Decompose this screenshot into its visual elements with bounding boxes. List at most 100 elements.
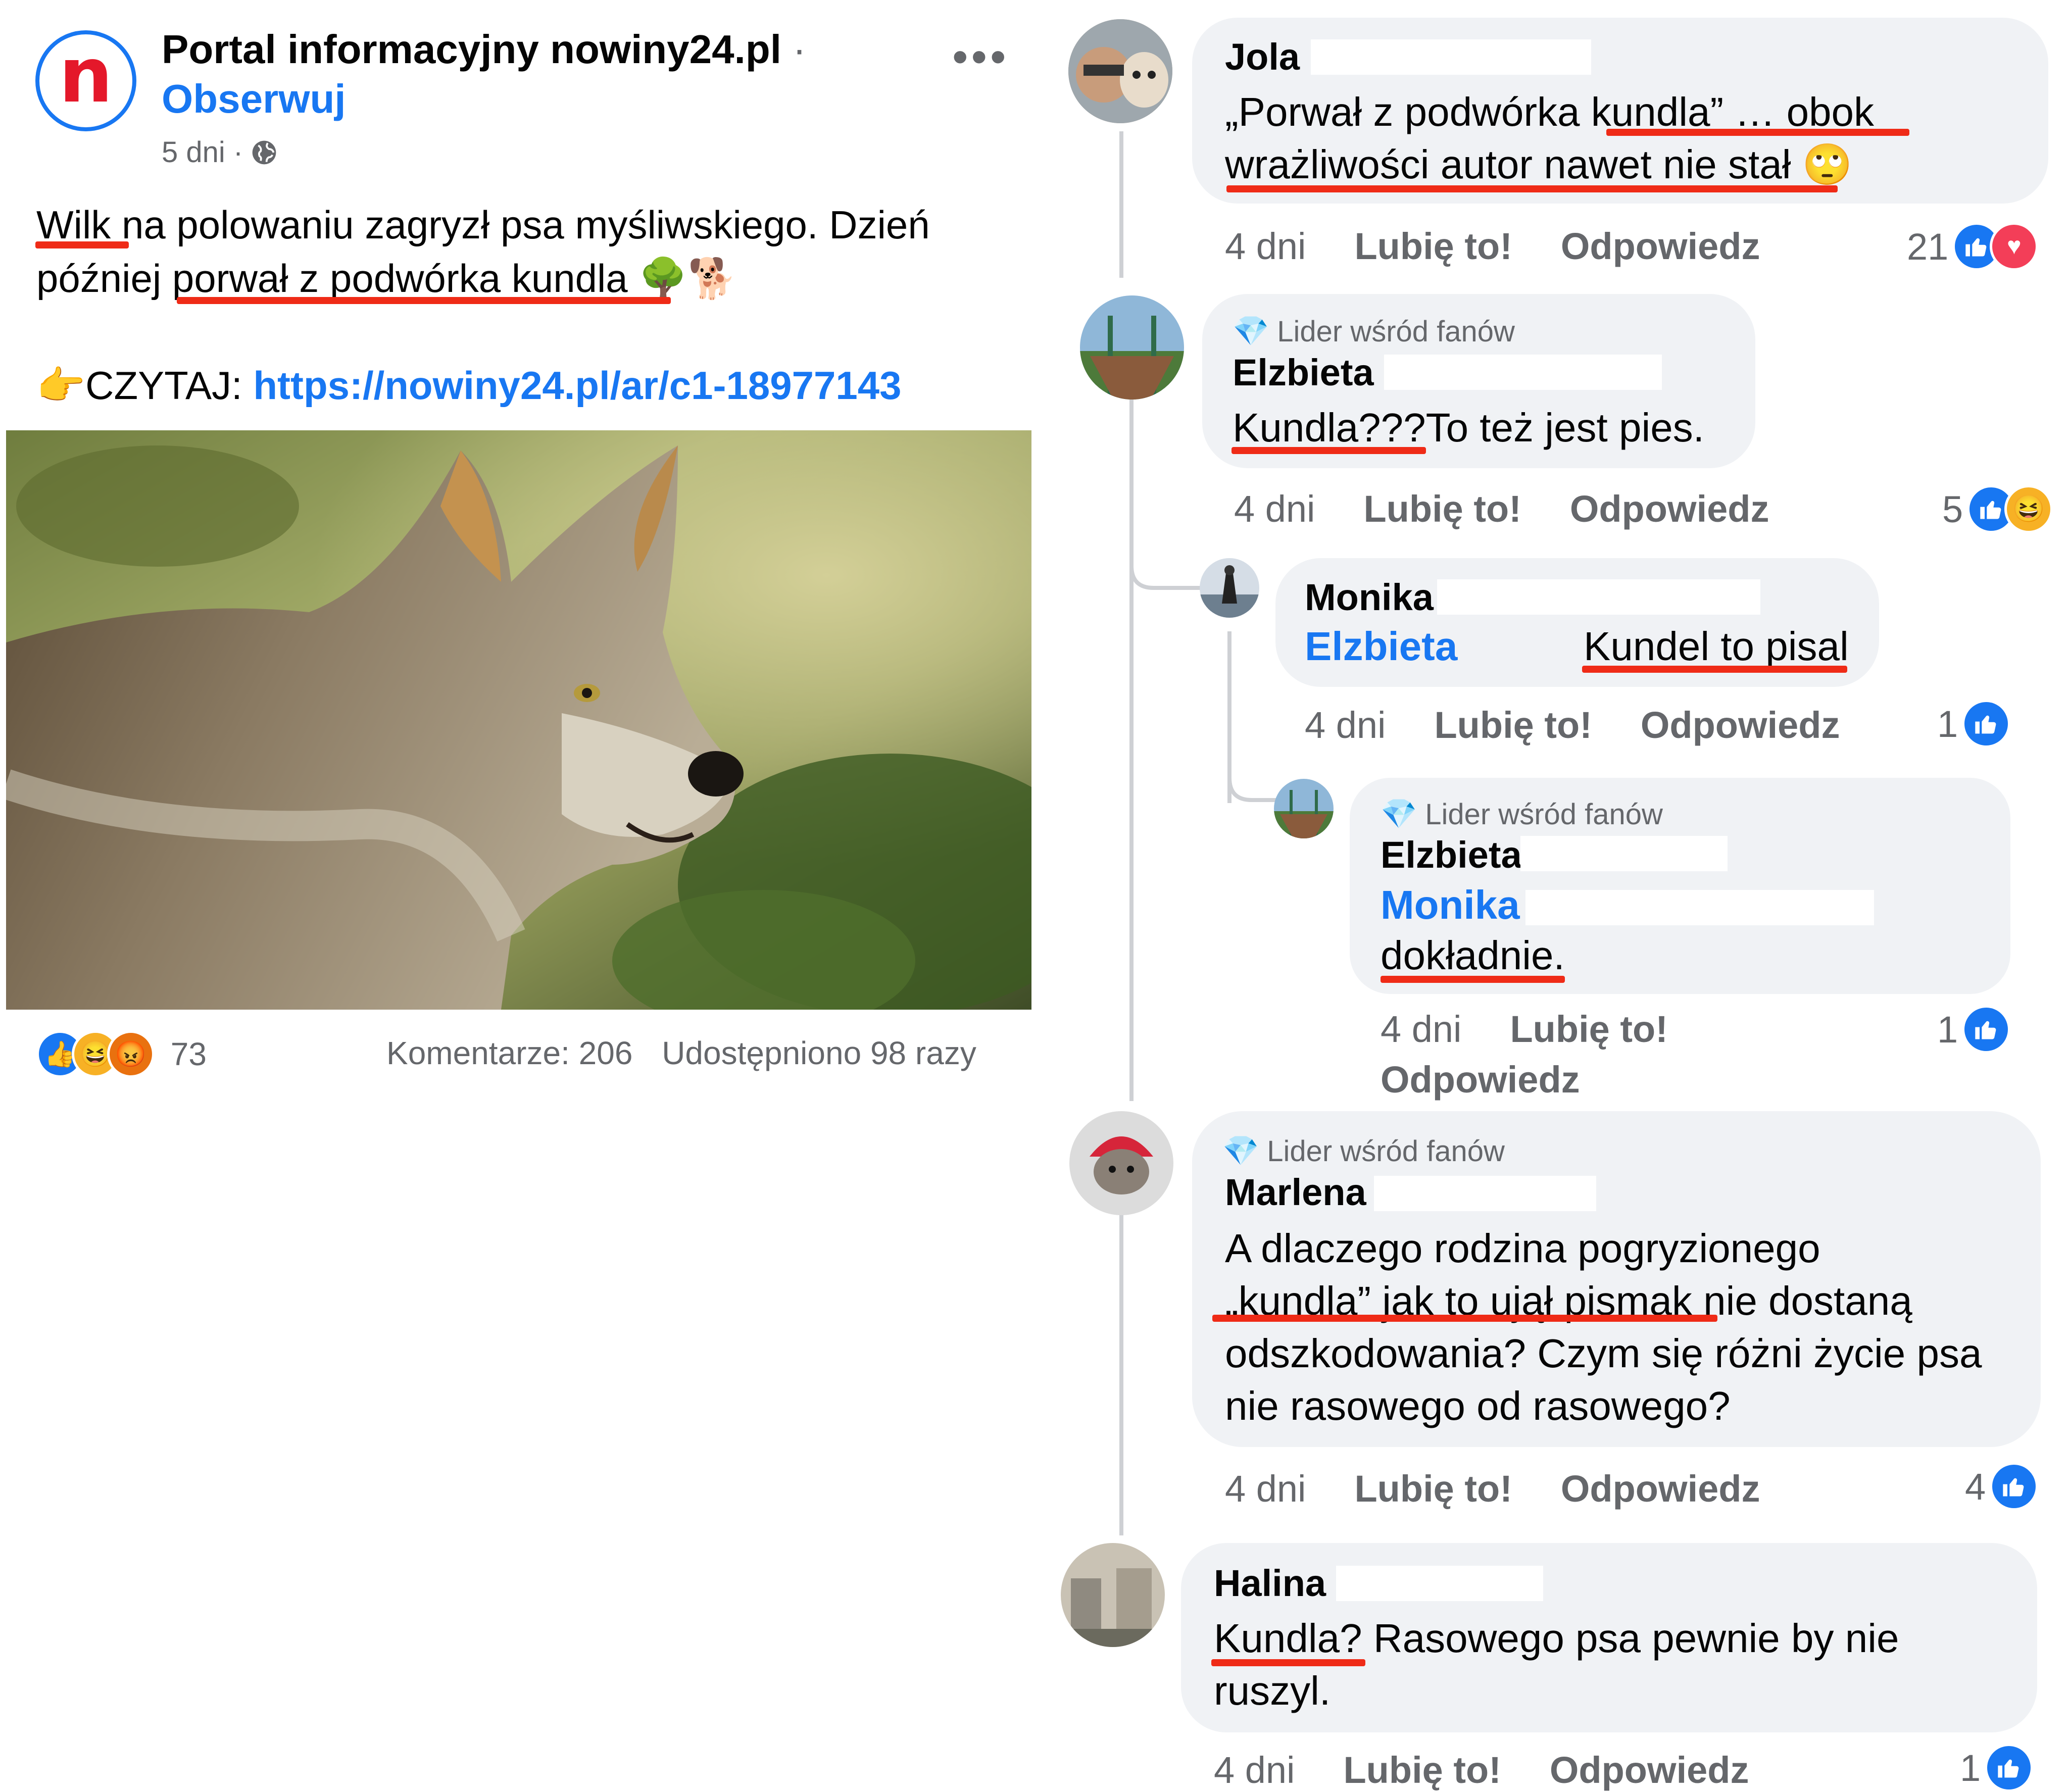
comment-time[interactable]: 4 dni [1381, 1008, 1461, 1050]
reply-button[interactable]: Odpowiedz [1561, 225, 1760, 267]
comment-text-line: Kundel to pisal [1584, 624, 1849, 669]
profile-photo [1069, 1111, 1173, 1215]
comment-time[interactable]: 4 dni [1305, 704, 1386, 746]
highlight-underline [1582, 666, 1847, 673]
highlight-underline [1606, 129, 1909, 136]
highlight-underline [1226, 185, 1838, 192]
comment-text-line: odszkodowania? Czym się różni życie psa [1225, 1331, 1982, 1376]
comment-time[interactable]: 4 dni [1225, 225, 1306, 267]
comment-time[interactable]: 4 dni [1214, 1749, 1295, 1791]
post-text: Wilk na polowaniu zagryzł psa myśliwskie… [36, 198, 1026, 412]
article-link[interactable]: https://nowiny24.pl/ar/c1-18977143 [253, 363, 901, 408]
avatar[interactable] [1061, 1543, 1165, 1647]
comments-count[interactable]: Komentarze: 206 [386, 1035, 632, 1071]
reaction-count: 73 [170, 1036, 207, 1072]
comment-text-line: Kundla? Rasowego psa pewnie by nie [1214, 1616, 1899, 1661]
diamond-icon: 💎 [1381, 798, 1417, 830]
fan-badge-label: Lider wśród fanów [1267, 1134, 1505, 1168]
comment-reactions[interactable]: 1 [1960, 1744, 2034, 1792]
comment-text-line: Kundla???To też jest pies. [1233, 405, 1704, 450]
redacted-surname [1374, 1176, 1596, 1211]
like-button[interactable]: Lubię to! [1510, 1008, 1667, 1050]
highlight-underline [1381, 976, 1565, 983]
commenter-name[interactable]: Marlena [1225, 1171, 1366, 1214]
globe-icon [252, 140, 276, 164]
like-reaction-icon [1962, 700, 2011, 748]
like-button[interactable]: Lubię to! [1354, 1468, 1512, 1510]
profile-photo [1080, 295, 1184, 400]
avatar[interactable] [1274, 779, 1334, 838]
commenter-name[interactable]: Monika [1305, 576, 1434, 619]
like-reaction-icon [1990, 1462, 2039, 1511]
highlight-underline [35, 241, 129, 248]
tree-dog-emoji: 🌳🐕 [638, 256, 737, 301]
fan-badge: 💎 Lider wśród fanów [1222, 1134, 1505, 1168]
commenter-name[interactable]: Elzbieta [1381, 833, 1522, 876]
haha-reaction-icon: 😆 [2004, 485, 2053, 533]
comment-reactions[interactable]: 4 [1965, 1462, 2039, 1511]
avatar[interactable] [1200, 558, 1259, 618]
comment-time[interactable]: 4 dni [1225, 1468, 1306, 1510]
thread-line [1129, 394, 1134, 1101]
comment-text-line: wrażliwości autor nawet nie stał [1225, 142, 1791, 187]
redacted-surname [1384, 355, 1662, 390]
avatar[interactable] [1069, 1111, 1173, 1215]
diamond-icon: 💎 [1222, 1134, 1259, 1167]
comment-actions: 4 dni Lubię to! Odpowiedz [1214, 1749, 1798, 1791]
read-prefix: 👉CZYTAJ: [36, 363, 254, 408]
post-stats: 👍 😆 😡 73 Komentarze: 206 Udostępniono 98 r… [36, 1030, 1006, 1078]
highlight-underline [1211, 1659, 1365, 1666]
shares-count[interactable]: Udostępniono 98 razy [662, 1035, 976, 1071]
redacted-surname [1520, 836, 1728, 871]
post-image-wolf[interactable] [6, 430, 1031, 1010]
more-options-icon[interactable]: ••• [952, 31, 1009, 83]
mention-link[interactable]: Monika [1381, 882, 1520, 927]
comment-reactions[interactable]: 1 [1937, 1005, 2011, 1054]
like-button[interactable]: Lubię to! [1363, 488, 1521, 530]
page-avatar[interactable]: n [35, 30, 136, 131]
comment-reactions[interactable]: 1 [1937, 700, 2011, 748]
reply-button[interactable]: Odpowiedz [1561, 1468, 1760, 1510]
like-button[interactable]: Lubię to! [1434, 704, 1592, 746]
comment-reactions[interactable]: 21 ♥ [1907, 222, 2039, 271]
reply-button[interactable]: Odpowiedz [1570, 488, 1769, 530]
post-meta: 5 dni · [162, 135, 278, 169]
thread-line [1119, 1212, 1123, 1535]
avatar[interactable] [1080, 295, 1184, 400]
profile-photo [1068, 19, 1172, 123]
post-time[interactable]: 5 dni · [162, 135, 243, 169]
reaction-count: 1 [1937, 703, 1958, 745]
commenter-name[interactable]: Halina [1214, 1562, 1326, 1605]
follow-button[interactable]: Obserwuj [162, 76, 346, 122]
profile-photo [1200, 558, 1259, 618]
reaction-count: 5 [1942, 488, 1963, 530]
comment-time[interactable]: 4 dni [1234, 488, 1315, 530]
page-logo-letter: n [59, 32, 113, 120]
thread-line [1119, 131, 1123, 278]
fan-badge: 💎 Lider wśród fanów [1233, 314, 1515, 349]
eye-roll-emoji: 🙄 [1802, 142, 1853, 187]
commenter-name[interactable]: Jola [1225, 35, 1300, 78]
like-button[interactable]: Lubię to! [1354, 225, 1512, 267]
reaction-count: 1 [1960, 1747, 1981, 1789]
profile-photo [1274, 779, 1334, 838]
reply-connector [1129, 535, 1200, 590]
reply-button[interactable]: Odpowiedz [1550, 1749, 1749, 1791]
comment-reactions[interactable]: 5 😆 [1942, 485, 2053, 533]
post-text-line-2: później porwał z podwórka kundla [36, 256, 628, 301]
highlight-underline [1231, 447, 1426, 454]
reply-button[interactable]: Odpowiedz [1641, 704, 1840, 746]
reaction-summary[interactable]: 👍 😆 😡 73 [36, 1030, 207, 1078]
reply-button[interactable]: Odpowiedz [1381, 1059, 1580, 1101]
reaction-count: 4 [1965, 1465, 1986, 1508]
comment-actions: 4 dni Lubię to! Odpowiedz [1225, 1467, 1809, 1510]
page-name[interactable]: Portal informacyjny nowiny24.pl · [162, 26, 806, 73]
like-button[interactable]: Lubię to! [1343, 1749, 1501, 1791]
diamond-icon: 💎 [1233, 315, 1269, 347]
avatar[interactable] [1068, 19, 1172, 123]
comment-actions: 4 dni Lubię to! Odpowiedz [1305, 704, 1889, 746]
highlight-underline [177, 297, 671, 304]
mention-link[interactable]: Elzbieta [1305, 624, 1457, 669]
commenter-name[interactable]: Elzbieta [1233, 351, 1374, 394]
angry-reaction-icon: 😡 [107, 1030, 155, 1078]
